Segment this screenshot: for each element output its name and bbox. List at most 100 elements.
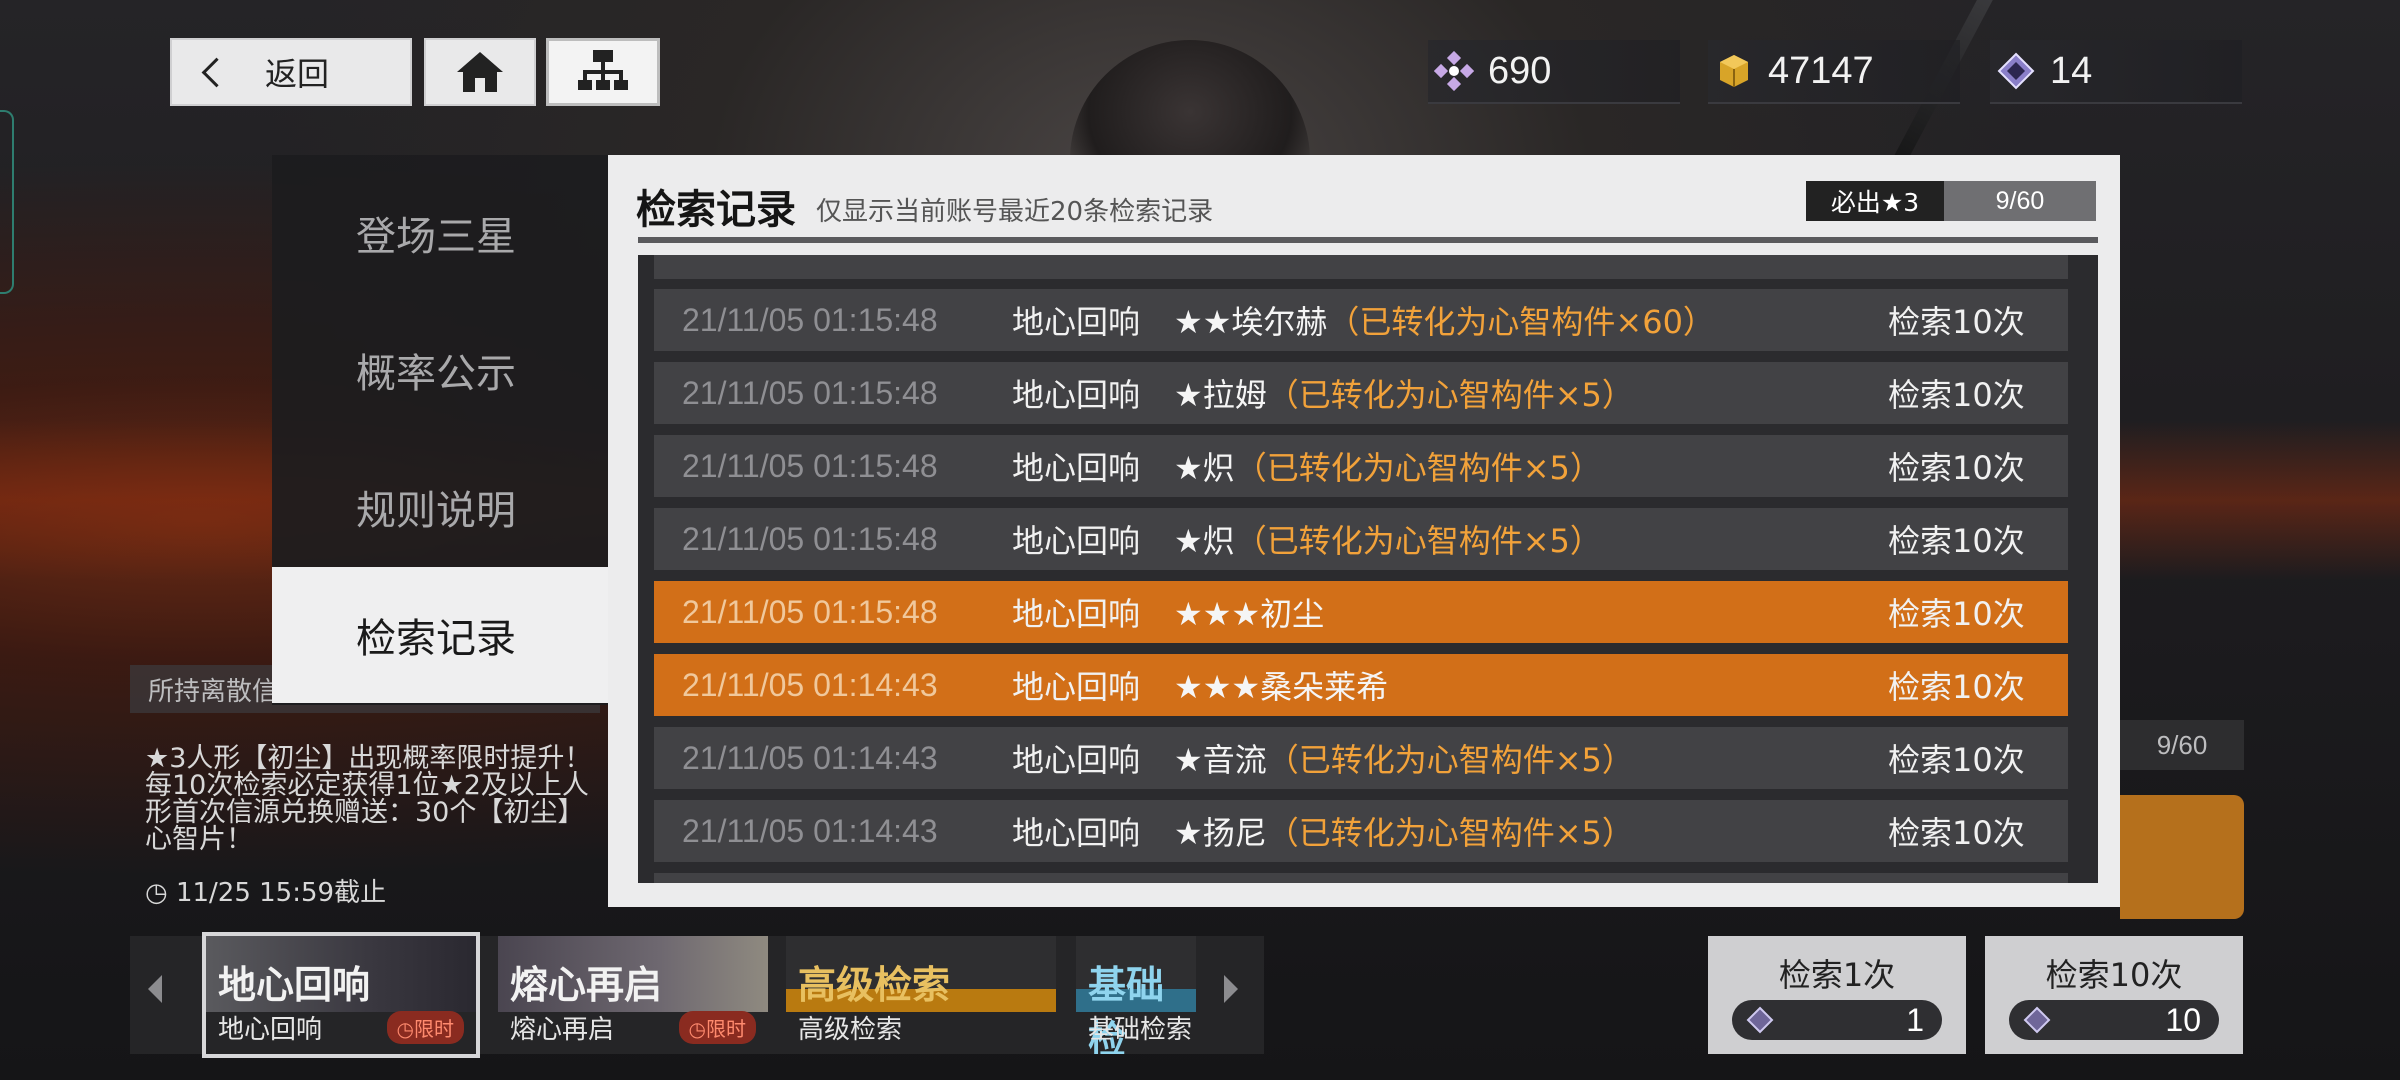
title-divider	[638, 237, 2098, 243]
record-count: 检索10次	[1888, 449, 2025, 487]
record-time: 21/11/05 01:15:48	[682, 520, 938, 557]
record-conversion: （已转化为心智构件×5）	[1234, 449, 1602, 487]
crystal-icon	[1434, 51, 1474, 91]
gold-cube-icon	[1720, 55, 1748, 87]
record-pool: 地心回响	[1012, 449, 1141, 487]
record-count: 检索10次	[1888, 741, 2025, 779]
diamond-ticket-icon	[1997, 52, 2035, 90]
record-time: 21/11/05 01:14:43	[682, 739, 938, 776]
record-time: 21/11/05 01:14:43	[682, 812, 938, 849]
record-conversion: （已转化为心智构件×60）	[1327, 303, 1715, 341]
menu-item-rules[interactable]: 规则说明	[272, 439, 608, 575]
banner-label: 地心回响	[218, 1015, 323, 1045]
currency-ticket-value: 14	[2050, 49, 2093, 92]
currency-ticket[interactable]: 14	[1990, 40, 2242, 104]
search-ten-label: 检索10次	[2045, 956, 2183, 994]
search-once-button[interactable]: 检索1次 1	[1708, 936, 1966, 1054]
limited-badge: ◷限时	[386, 1011, 464, 1044]
record-pool: 地心回响	[1012, 376, 1141, 414]
banner-tab-geocentric[interactable]: 地心回响 地心回响 ◷限时	[202, 932, 480, 1058]
search-ten-cost-value: 10	[2165, 1001, 2201, 1038]
home-button[interactable]	[424, 38, 536, 106]
limited-badge: ◷限时	[678, 1011, 756, 1044]
diamond-ticket-icon	[2023, 1006, 2051, 1034]
record-count: 检索10次	[1888, 303, 2025, 341]
record-time: 21/11/05 01:15:48	[682, 301, 938, 338]
banner-title: 高级检索	[798, 962, 951, 1007]
table-row: 21/11/05 01:15:48 地心回响 ★炽（已转化为心智构件×5） 检索…	[654, 435, 2068, 497]
banner-description: ★3人形【初尘】出现概率限时提升！每10次检索必定获得1位★2及以上人形首次信源…	[145, 743, 592, 855]
record-character: ★★埃尔赫	[1174, 303, 1328, 341]
info-menu: 登场三星 概率公示 规则说明 检索记录	[272, 155, 608, 705]
currency-gold-value: 47147	[1768, 49, 1874, 92]
banner-tab-reforge[interactable]: 熔心再启 熔心再启 ◷限时	[498, 936, 768, 1054]
record-pool: 地心回响	[1012, 303, 1141, 341]
menu-item-label: 登场三星	[356, 214, 516, 260]
record-pool: 地心回响	[1012, 814, 1141, 852]
menu-item-featured[interactable]: 登场三星	[272, 165, 608, 301]
banner-title: 地心回响	[218, 962, 371, 1007]
record-pool: 地心回响	[1012, 668, 1141, 706]
record-conversion: （已转化为心智构件×5）	[1266, 741, 1634, 779]
menu-item-probability[interactable]: 概率公示	[272, 302, 608, 438]
table-row-highlight: 21/11/05 01:14:43 地心回响 ★★★桑朵莱希 检索10次	[654, 654, 2068, 716]
panel-title: 检索记录	[636, 187, 796, 233]
record-character: ★炽	[1174, 522, 1235, 560]
search-once-label: 检索1次	[1778, 956, 1896, 994]
side-drawer-tab[interactable]	[0, 110, 14, 294]
menu-item-records[interactable]: 检索记录	[272, 567, 608, 703]
panel-subtitle: 仅显示当前账号最近20条检索记录	[816, 197, 1214, 227]
record-count: 检索10次	[1888, 376, 2025, 414]
exchange-button[interactable]	[2120, 795, 2244, 919]
record-time: 21/11/05 01:14:43	[682, 666, 938, 703]
banner-tab-advanced[interactable]: 高级检索 高级检索	[786, 936, 1056, 1054]
hierarchy-icon	[578, 50, 628, 90]
carousel-prev-icon[interactable]	[148, 975, 162, 1003]
banner-label: 熔心再启	[510, 1015, 615, 1045]
guarantee-indicator: 必出★3 9/60	[1806, 181, 2096, 221]
carousel-next-icon[interactable]	[1224, 975, 1238, 1003]
search-once-cost-value: 1	[1906, 1001, 1924, 1038]
currency-crystal[interactable]: 690	[1428, 40, 1680, 104]
home-icon	[457, 52, 503, 92]
back-label: 返回	[265, 55, 330, 93]
record-time: 21/11/05 01:15:48	[682, 447, 938, 484]
banner-label: 高级检索	[798, 1015, 903, 1045]
record-count: 检索10次	[1888, 522, 2025, 560]
record-count: 检索10次	[1888, 595, 2025, 633]
record-conversion: （已转化为心智构件×5）	[1266, 814, 1634, 852]
record-conversion: （已转化为心智构件×5）	[1234, 522, 1602, 560]
record-pool: 地心回响	[1012, 522, 1141, 560]
record-count: 检索10次	[1888, 668, 2025, 706]
search-ten-button[interactable]: 检索10次 10	[1985, 936, 2243, 1054]
table-row-partial	[654, 255, 2068, 279]
guarantee-label: 必出★3	[1806, 181, 1944, 221]
currency-gold[interactable]: 47147	[1708, 40, 1960, 104]
guarantee-count: 9/60	[1944, 181, 2096, 221]
menu-item-label: 检索记录	[356, 616, 516, 662]
search-ten-cost: 10	[2009, 1000, 2219, 1040]
table-row: 21/11/05 01:15:48 地心回响 ★拉姆（已转化为心智构件×5） 检…	[654, 362, 2068, 424]
banner-label: 基础检索	[1088, 1015, 1193, 1045]
record-character: ★炽	[1174, 449, 1235, 487]
search-once-cost: 1	[1732, 1000, 1942, 1040]
record-time: 21/11/05 01:15:48	[682, 593, 938, 630]
banner-end-time: ◷ 11/25 15:59截止	[145, 878, 387, 908]
back-button[interactable]: 返回	[170, 38, 412, 106]
chevron-left-icon	[201, 57, 232, 87]
record-character: ★拉姆	[1174, 376, 1267, 414]
table-row-highlight: 21/11/05 01:15:48 地心回响 ★★★初尘 检索10次	[654, 581, 2068, 643]
record-character: ★★★初尘	[1174, 595, 1325, 633]
menu-item-label: 规则说明	[356, 488, 516, 534]
diamond-ticket-icon	[1746, 1006, 1774, 1034]
record-character: ★扬尼	[1174, 814, 1267, 852]
table-row: 21/11/05 01:14:43 地心回响 ★扬尼（已转化为心智构件×5） 检…	[654, 800, 2068, 862]
records-list[interactable]: 21/11/05 01:15:48 地心回响 ★★埃尔赫（已转化为心智构件×60…	[638, 255, 2098, 883]
record-character: ★音流	[1174, 741, 1267, 779]
banner-tab-basic[interactable]: 基础检 基础检索	[1076, 936, 1196, 1054]
record-pool: 地心回响	[1012, 741, 1141, 779]
banner-title: 熔心再启	[510, 962, 663, 1007]
record-pool: 地心回响	[1012, 595, 1141, 633]
table-row: 21/11/05 01:14:43 地心回响 ★音流（已转化为心智构件×5） 检…	[654, 727, 2068, 789]
hierarchy-button[interactable]	[546, 38, 660, 106]
